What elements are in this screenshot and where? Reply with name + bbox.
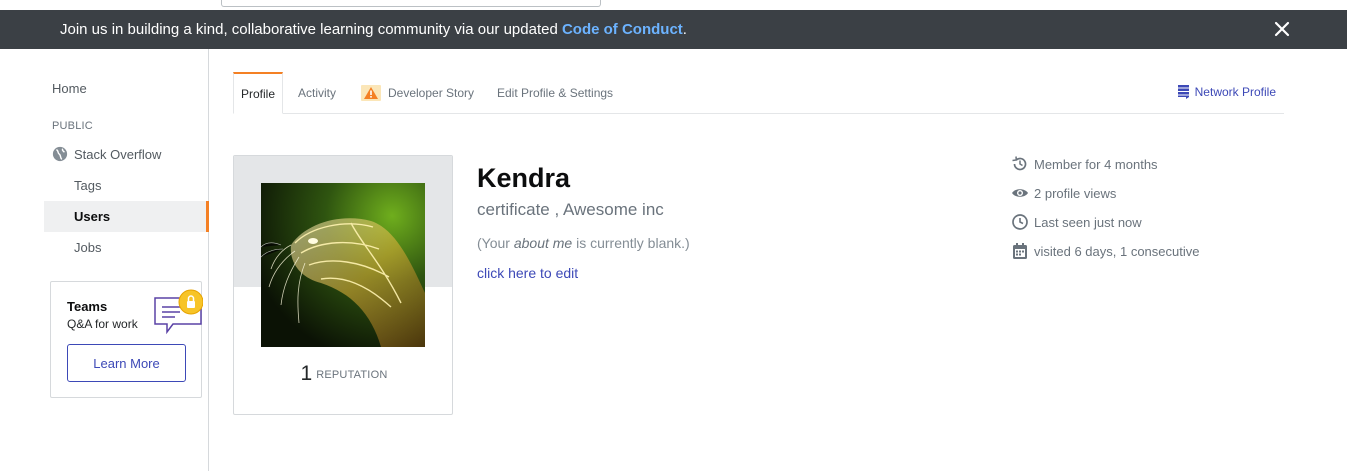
- reputation: 1 REPUTATION: [234, 362, 452, 386]
- clock-icon: [1012, 214, 1028, 230]
- about-prefix: (Your: [477, 235, 514, 251]
- globe-icon: [52, 146, 68, 162]
- teams-illustration-icon: [154, 289, 203, 335]
- stat-member-label: Member for 4 months: [1034, 156, 1158, 172]
- teams-subtitle: Q&A for work: [67, 317, 138, 331]
- banner-text: Join us in building a kind, collaborativ…: [60, 21, 562, 38]
- about-emphasis: about me: [513, 235, 573, 251]
- nav-tags[interactable]: Tags: [74, 178, 101, 193]
- stat-member: Member for 4 months: [1011, 155, 1158, 173]
- tab-edit-profile[interactable]: Edit Profile & Settings: [497, 72, 613, 114]
- banner-suffix: .: [682, 21, 687, 38]
- edit-profile-link[interactable]: click here to edit: [477, 265, 578, 281]
- profile-name: Kendra: [477, 163, 571, 193]
- stat-visited-label: visited 6 days, 1 consecutive: [1034, 243, 1200, 259]
- warning-icon: [361, 85, 381, 101]
- avatar-card: 1 REPUTATION: [233, 155, 453, 415]
- avatar[interactable]: [261, 183, 425, 347]
- tab-developer-story-label: Developer Story: [388, 86, 475, 100]
- announcement-banner: Join us in building a kind, collaborativ…: [0, 10, 1347, 49]
- stat-views: 2 profile views: [1011, 184, 1116, 202]
- stat-visited: visited 6 days, 1 consecutive: [1011, 242, 1199, 260]
- learn-more-button[interactable]: Learn More: [67, 344, 186, 382]
- network-profile-link[interactable]: Network Profile: [1177, 85, 1276, 99]
- network-profile-label: Network Profile: [1194, 85, 1276, 99]
- eye-icon: [1012, 189, 1028, 197]
- reputation-value: 1: [300, 362, 313, 385]
- profile-title: certificate , Awesome inc: [477, 200, 664, 219]
- code-of-conduct-link[interactable]: Code of Conduct: [562, 21, 683, 38]
- nav-public-heading: PUBLIC: [52, 120, 93, 132]
- stat-views-label: 2 profile views: [1034, 185, 1117, 201]
- tab-profile[interactable]: Profile: [233, 72, 284, 114]
- teams-title: Teams: [67, 299, 108, 314]
- nav-stack-overflow-label: Stack Overflow: [74, 146, 162, 162]
- calendar-icon: [1013, 243, 1027, 259]
- nav-stack-overflow[interactable]: Stack Overflow: [52, 145, 161, 163]
- nav-jobs[interactable]: Jobs: [74, 240, 101, 255]
- stack-exchange-icon: [1177, 85, 1189, 99]
- profile-tabs: Profile Activity Developer Story Edit Pr…: [233, 72, 1284, 114]
- banner-message: Join us in building a kind, collaborativ…: [60, 21, 687, 38]
- nav-users-label: Users: [74, 209, 111, 224]
- search-box-edge[interactable]: [221, 0, 601, 7]
- tab-activity[interactable]: Activity: [298, 72, 336, 114]
- nav-home[interactable]: Home: [52, 81, 87, 96]
- top-strip: [0, 0, 1347, 10]
- teams-promo: Teams Q&A for work Learn More: [50, 281, 203, 398]
- left-sidebar: Home PUBLIC Stack Overflow Tags Users Jo…: [0, 49, 209, 471]
- reputation-label: REPUTATION: [316, 369, 388, 381]
- about-suffix: is currently blank.): [572, 235, 690, 251]
- stat-last-seen: Last seen just now: [1011, 213, 1142, 231]
- about-me-text: (Your about me is currently blank.): [477, 235, 690, 251]
- close-icon[interactable]: [1274, 21, 1290, 37]
- history-icon: [1012, 156, 1027, 171]
- stat-last-seen-label: Last seen just now: [1034, 214, 1142, 230]
- tab-developer-story[interactable]: Developer Story: [361, 72, 474, 114]
- nav-users[interactable]: Users: [44, 201, 209, 232]
